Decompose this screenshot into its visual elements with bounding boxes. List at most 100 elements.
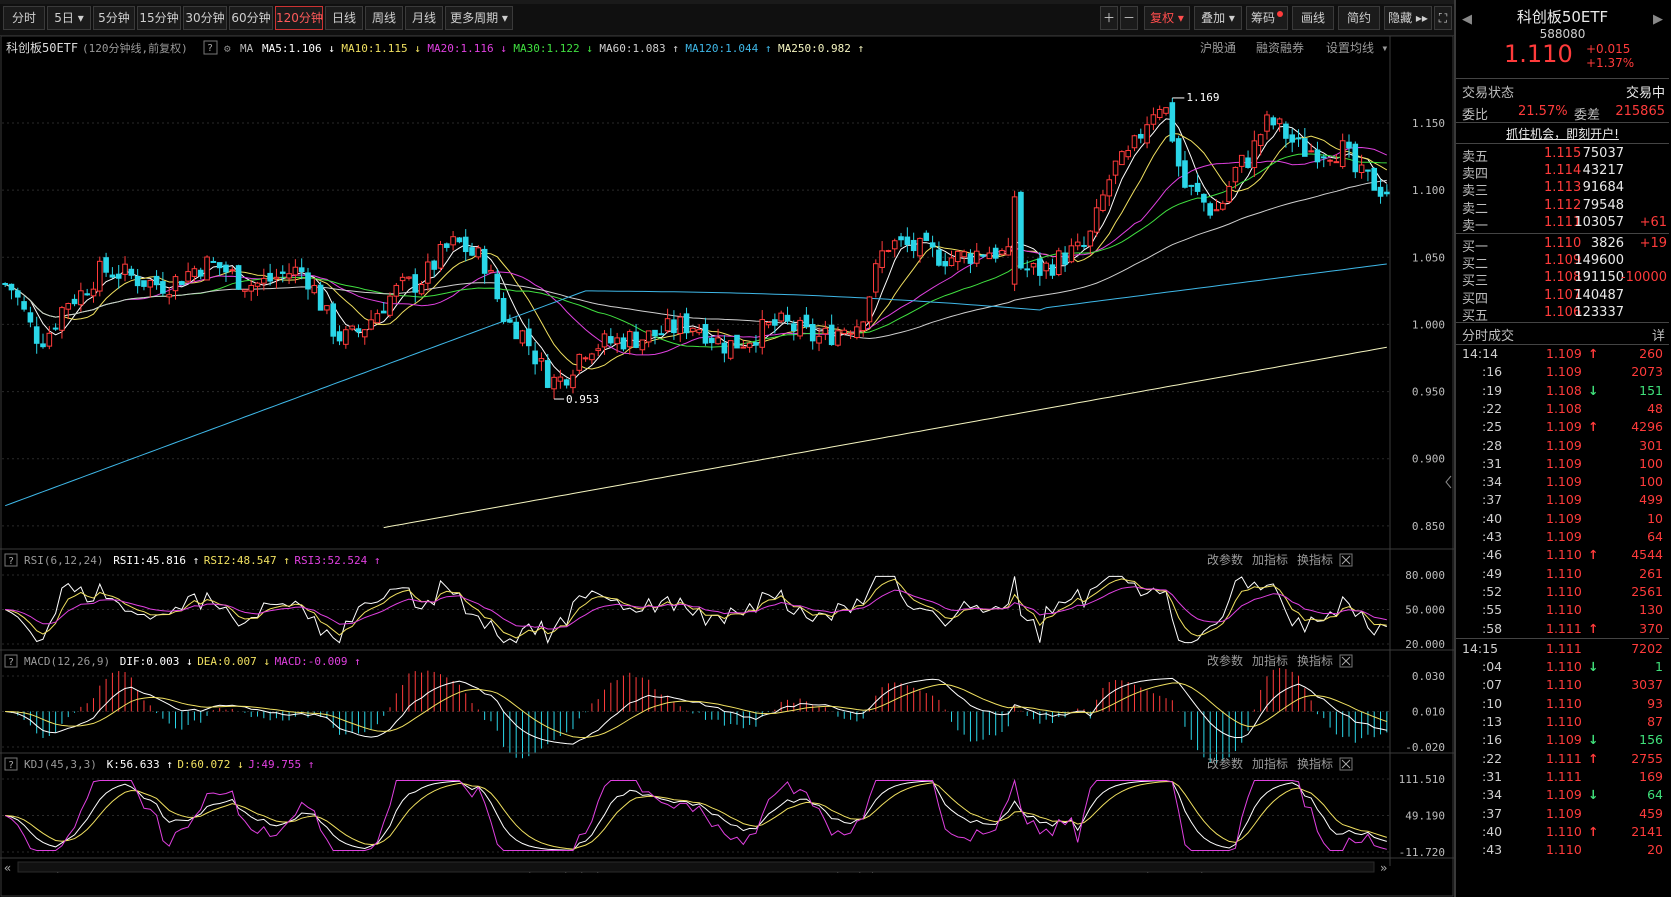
trade-volume: 48	[1647, 400, 1663, 416]
tool-button-4[interactable]: 简约	[1338, 6, 1380, 30]
promo-link[interactable]: 抓住机会，即刻开户!	[1456, 125, 1669, 142]
rsi-action-1[interactable]: 加指标	[1252, 552, 1288, 567]
trade-volume: 370	[1639, 620, 1663, 636]
low-label: 0.953	[566, 393, 599, 406]
trade-price: 1.109	[1546, 364, 1582, 380]
svg-text:MA: MA	[240, 42, 254, 55]
trade-row: 14:15 1.111 7202	[1456, 641, 1669, 658]
trade-row: :16 1.109 2073	[1456, 364, 1669, 381]
kdj-action-0[interactable]: 改参数	[1207, 756, 1243, 771]
ma-line	[383, 346, 1387, 529]
period-button-4[interactable]: 30分钟	[183, 6, 227, 30]
candle	[797, 317, 803, 340]
price-change: +0.015	[1586, 42, 1631, 56]
trades-title: 分时成交	[1462, 329, 1515, 344]
rsi-close-icon[interactable]	[1339, 553, 1353, 567]
macd-action-2[interactable]: 换指标	[1297, 653, 1333, 668]
trade-price: 1.110	[1546, 602, 1582, 618]
period-button-7[interactable]: 日线	[325, 6, 363, 30]
candle	[1100, 190, 1106, 213]
tool-button-1[interactable]: 叠加 ▾	[1194, 6, 1242, 30]
ask-row: 卖五 1.115 75037	[1456, 146, 1669, 165]
rsi-action-2[interactable]: 换指标	[1297, 552, 1333, 567]
indicator-tick: 80.000	[1405, 569, 1445, 582]
trade-volume: 169	[1639, 768, 1663, 784]
macd-readout: MACD:-0.009 ↑	[275, 655, 361, 668]
candle	[1302, 128, 1308, 157]
period-button-1[interactable]: 5日 ▾	[47, 6, 91, 30]
candle	[1314, 141, 1321, 169]
tool-button-3[interactable]: 画线	[1292, 6, 1334, 30]
trade-volume: 10	[1647, 510, 1663, 526]
period-button-5[interactable]: 60分钟	[229, 6, 273, 30]
chart-link-2[interactable]: 设置均线 ▾	[1326, 41, 1388, 55]
divider	[1456, 78, 1669, 79]
candle	[1043, 261, 1049, 279]
macd-readout: DIF:0.003 ↓	[120, 655, 193, 668]
chart-scrollbar[interactable]	[17, 861, 1375, 873]
chart-link-0[interactable]: 沪股通	[1200, 41, 1236, 55]
ma-line	[5, 146, 1388, 356]
scroll-right-icon[interactable]: »	[1380, 861, 1387, 875]
chart-area[interactable]: 1.150 1.100 1.050 1.000 0.950 0.900 0.850 1.169…	[0, 35, 1454, 897]
period-button-0[interactable]: 分时	[3, 6, 45, 30]
candle	[1062, 246, 1068, 272]
trade-volume: 156	[1639, 732, 1663, 748]
period-button-3[interactable]: 15分钟	[137, 6, 181, 30]
trade-row: :13 1.110 87	[1456, 714, 1669, 731]
candle	[942, 252, 949, 275]
candle	[936, 241, 942, 267]
ma-legend: 科创板50ETF (120分钟线,前复权)? ⚙ MA MA5:1.106 ↓ MA10:…	[6, 40, 864, 55]
up-arrow-icon: ↑	[1588, 823, 1599, 839]
tool-button-0[interactable]: 复权 ▾	[1144, 6, 1190, 30]
kdj-action-1[interactable]: 加指标	[1252, 756, 1288, 771]
period-button-6[interactable]: 120分钟	[275, 6, 323, 30]
kdj-action-2[interactable]: 换指标	[1297, 756, 1333, 771]
period-button-8[interactable]: 周线	[365, 6, 403, 30]
level-price: 1.112	[1544, 197, 1582, 213]
trades-detail-button[interactable]: 详	[1652, 325, 1665, 344]
kdj-close-icon[interactable]	[1339, 757, 1353, 771]
level-label: 卖三	[1462, 184, 1489, 200]
candle	[507, 314, 513, 324]
divider	[1456, 233, 1669, 234]
trade-time: 14:15	[1462, 640, 1499, 656]
candle	[677, 312, 684, 342]
candle	[854, 319, 860, 340]
tool-button-2[interactable]: 筹码	[1246, 6, 1288, 30]
candle	[273, 268, 280, 289]
zoom-out-button[interactable]: －	[1120, 6, 1138, 30]
collapse-panel-icon[interactable]	[1445, 475, 1452, 489]
candle	[563, 378, 570, 389]
zoom-in-button[interactable]: ＋	[1100, 6, 1118, 30]
candle	[570, 369, 576, 394]
trade-row: :07 1.110 3037	[1456, 677, 1669, 694]
trade-price: 1.109	[1546, 787, 1582, 803]
tool-button-5[interactable]: 隐藏 ▸▸	[1384, 6, 1432, 30]
tool-label: 画线	[1300, 11, 1325, 25]
period-button-2[interactable]: 5分钟	[93, 6, 135, 30]
macd-action-0[interactable]: 改参数	[1207, 653, 1243, 668]
candle	[368, 310, 374, 331]
up-arrow-icon: ↑	[1588, 419, 1599, 435]
scroll-left-icon[interactable]: «	[4, 861, 11, 875]
up-arrow-icon: ↑	[1588, 620, 1599, 636]
level-volume: 103057	[1574, 214, 1624, 230]
candle	[1289, 128, 1296, 153]
candle	[1144, 116, 1150, 149]
candle	[78, 282, 84, 312]
trade-price: 1.109	[1546, 805, 1582, 821]
period-button-10[interactable]: 更多周期 ▾	[445, 6, 513, 30]
trade-row: :10 1.110 93	[1456, 696, 1669, 713]
rsi-action-0[interactable]: 改参数	[1207, 552, 1243, 567]
candle	[1377, 179, 1384, 204]
fullscreen-button[interactable]: ⛶	[1434, 6, 1452, 30]
period-button-9[interactable]: 月线	[405, 6, 443, 30]
kline-chart[interactable]: 1.150 1.100 1.050 1.000 0.950 0.900 0.850 1.169…	[0, 35, 1454, 897]
trade-volume: 7202	[1631, 640, 1663, 656]
chart-link-1[interactable]: 融资融券	[1256, 40, 1304, 55]
trade-time: :19	[1482, 382, 1503, 398]
macd-action-1[interactable]: 加指标	[1252, 653, 1288, 668]
period-label: 分时	[11, 11, 36, 25]
macd-close-icon[interactable]	[1339, 654, 1353, 668]
